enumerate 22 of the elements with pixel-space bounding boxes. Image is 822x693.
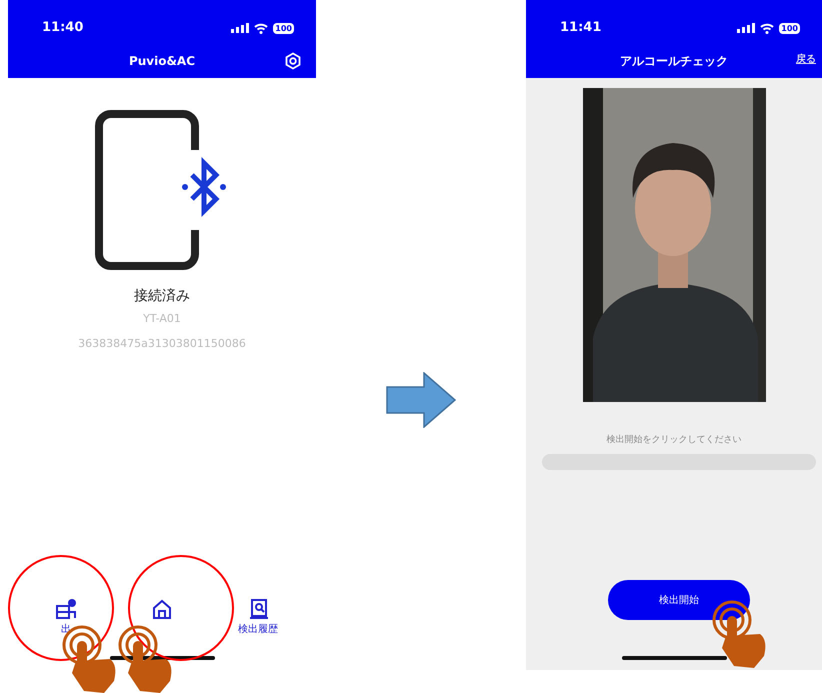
wifi-icon — [254, 22, 268, 34]
battery-level: 100 — [273, 22, 294, 34]
wifi-icon — [760, 22, 774, 34]
signal-icon — [231, 23, 250, 33]
battery-level: 100 — [779, 22, 800, 34]
house-icon — [151, 598, 173, 620]
app-title: Puvio&AC — [128, 53, 196, 70]
right-arrow-icon — [386, 372, 456, 428]
device-id: 363838475a31303801150086 — [78, 336, 246, 352]
settings-icon[interactable] — [284, 52, 302, 70]
tab-button[interactable]: 検出履歴 — [223, 598, 293, 650]
bluetooth-phone-icon — [95, 110, 229, 270]
document-search-icon — [247, 598, 269, 620]
start-button[interactable]: 検出開始 — [608, 580, 750, 620]
status-time: 11:41 — [560, 19, 602, 38]
connection-status: 接続済み — [134, 287, 190, 306]
screen-title: アルコールチェック — [620, 53, 728, 70]
device-name: YT-A01 — [143, 311, 181, 327]
back-link[interactable]: 戻る — [796, 52, 816, 67]
status-time: 11:40 — [42, 19, 84, 38]
signal-icon — [737, 23, 756, 33]
instruction-text: 検出開始をクリックしてください — [606, 434, 742, 447]
